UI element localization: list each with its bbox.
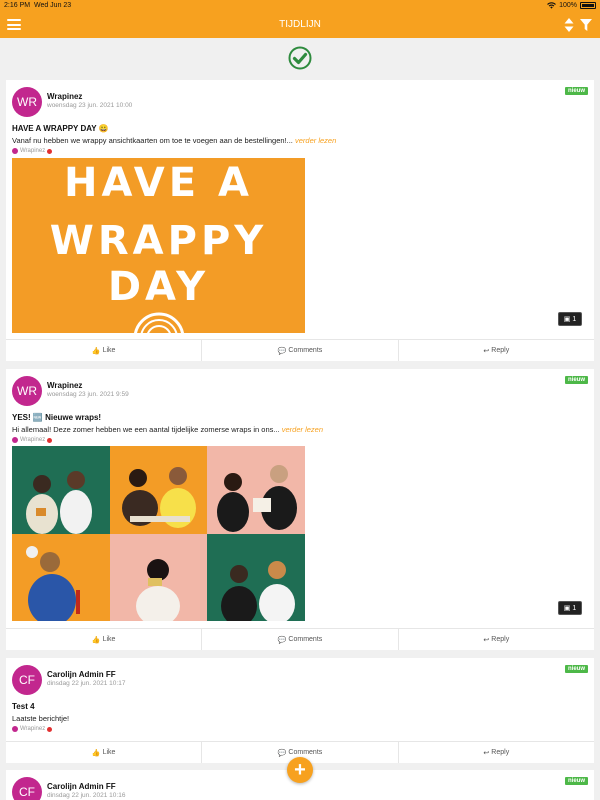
collage-cell: [109, 533, 208, 621]
post-author[interactable]: Carolijn Admin FF: [47, 782, 116, 791]
new-badge: nieuw: [564, 665, 588, 673]
post-group[interactable]: Wrapinez: [12, 437, 53, 443]
collage-cell: [12, 533, 110, 621]
battery-percent: 100%: [559, 2, 577, 9]
group-status-dot-icon: [47, 726, 53, 732]
nav-bar: TIJDLIJN: [0, 12, 600, 38]
reply-icon: ↩: [483, 347, 490, 355]
image-count-badge[interactable]: ▣ 1: [558, 601, 582, 615]
post-date: dinsdag 22 jun. 2021 10:16: [47, 792, 126, 799]
wrappy-day-card-image: HAVE A WRAPPY DAY: [12, 158, 305, 333]
comments-icon: 💬: [277, 347, 287, 355]
comments-button[interactable]: 💬 Comments: [202, 629, 399, 650]
post-date: woensdag 23 jun. 2021 9:59: [47, 391, 129, 398]
add-post-button[interactable]: +: [287, 757, 313, 783]
group-status-dot-icon: [47, 437, 53, 443]
post-text: Hi allemaal! Deze zomer hebben we een aa…: [12, 425, 324, 434]
status-right: 100%: [547, 2, 596, 9]
post-group[interactable]: Wrapinez: [12, 726, 53, 732]
comments-icon: 💬: [277, 636, 287, 644]
post-author[interactable]: Wrapinez: [47, 92, 82, 101]
post-card[interactable]: WR Wrapinez woensdag 23 jun. 2021 10:00 …: [6, 80, 594, 361]
post-author[interactable]: Carolijn Admin FF: [47, 670, 116, 679]
comments-button[interactable]: 💬 Comments: [202, 340, 399, 361]
group-status-dot-icon: [47, 148, 53, 154]
plus-icon: +: [294, 758, 306, 781]
reply-button[interactable]: ↩ Reply: [399, 742, 594, 763]
reply-icon: ↩: [483, 636, 490, 644]
group-avatar-icon: [12, 726, 18, 732]
post-title: HAVE A WRAPPY DAY 😀: [12, 124, 109, 133]
comments-icon: 💬: [277, 749, 287, 757]
check-circle-icon: [288, 46, 312, 70]
collage-cell: [109, 446, 208, 534]
plate-graphic-icon: [134, 312, 184, 333]
image-icon: ▣: [563, 316, 571, 323]
avatar[interactable]: CF: [12, 777, 42, 800]
avatar[interactable]: WR: [12, 87, 42, 117]
group-avatar-icon: [12, 148, 18, 154]
post-title: Test 4: [12, 702, 35, 711]
image-text-line-2: WRAPPY DAY: [49, 218, 268, 310]
post-title: YES! 🆕 Nieuwe wraps!: [12, 413, 102, 422]
image-text-line-1: HAVE A: [64, 160, 253, 206]
avatar[interactable]: WR: [12, 376, 42, 406]
thumbs-up-icon: 👍: [91, 749, 101, 757]
filter-icon[interactable]: [580, 19, 592, 31]
post-date: dinsdag 22 jun. 2021 10:17: [47, 680, 126, 687]
reply-button[interactable]: ↩ Reply: [399, 629, 594, 650]
post-image[interactable]: HAVE A WRAPPY DAY: [12, 158, 305, 333]
like-button[interactable]: 👍 Like: [6, 340, 203, 361]
post-author[interactable]: Wrapinez: [47, 381, 82, 390]
status-time-date: 2:16 PM Wed Jun 23: [4, 2, 72, 9]
like-button[interactable]: 👍 Like: [6, 629, 203, 650]
read-more-link[interactable]: verder lezen: [282, 425, 323, 434]
photo-collage-image: [12, 446, 305, 621]
post-card[interactable]: CF Carolijn Admin FF dinsdag 22 jun. 202…: [6, 658, 594, 763]
reply-button[interactable]: ↩ Reply: [399, 340, 594, 361]
thumbs-up-icon: 👍: [91, 636, 101, 644]
refresh-status: [0, 46, 600, 74]
page-title: TIJDLIJN: [279, 19, 321, 30]
post-card[interactable]: WR Wrapinez woensdag 23 jun. 2021 9:59 n…: [6, 369, 594, 650]
collage-cell: [207, 533, 305, 621]
reply-icon: ↩: [483, 749, 490, 757]
post-text: Vanaf nu hebben we wrappy ansichtkaarten…: [12, 136, 337, 145]
collage-cell: [207, 446, 305, 534]
group-avatar-icon: [12, 437, 18, 443]
new-badge: nieuw: [564, 87, 588, 95]
status-bar: 2:16 PM Wed Jun 23 100%: [0, 0, 600, 12]
post-actions: 👍 Like 💬 Comments ↩ Reply: [6, 628, 594, 650]
post-image[interactable]: [12, 446, 305, 622]
read-more-link[interactable]: verder lezen: [295, 136, 336, 145]
avatar[interactable]: CF: [12, 665, 42, 695]
new-badge: nieuw: [564, 376, 588, 384]
post-date: woensdag 23 jun. 2021 10:00: [47, 102, 133, 109]
wifi-icon: [547, 2, 556, 9]
post-group[interactable]: Wrapinez: [12, 148, 53, 154]
image-count-badge[interactable]: ▣ 1: [558, 312, 582, 326]
post-text: Laatste berichtje!: [12, 714, 70, 723]
new-badge: nieuw: [564, 777, 588, 785]
image-icon: ▣: [563, 605, 571, 612]
like-button[interactable]: 👍 Like: [6, 742, 203, 763]
post-actions: 👍 Like 💬 Comments ↩ Reply: [6, 339, 594, 361]
collage-cell: [12, 446, 110, 534]
battery-icon: [580, 2, 596, 9]
thumbs-up-icon: 👍: [91, 347, 101, 355]
sort-icon[interactable]: [564, 18, 574, 32]
